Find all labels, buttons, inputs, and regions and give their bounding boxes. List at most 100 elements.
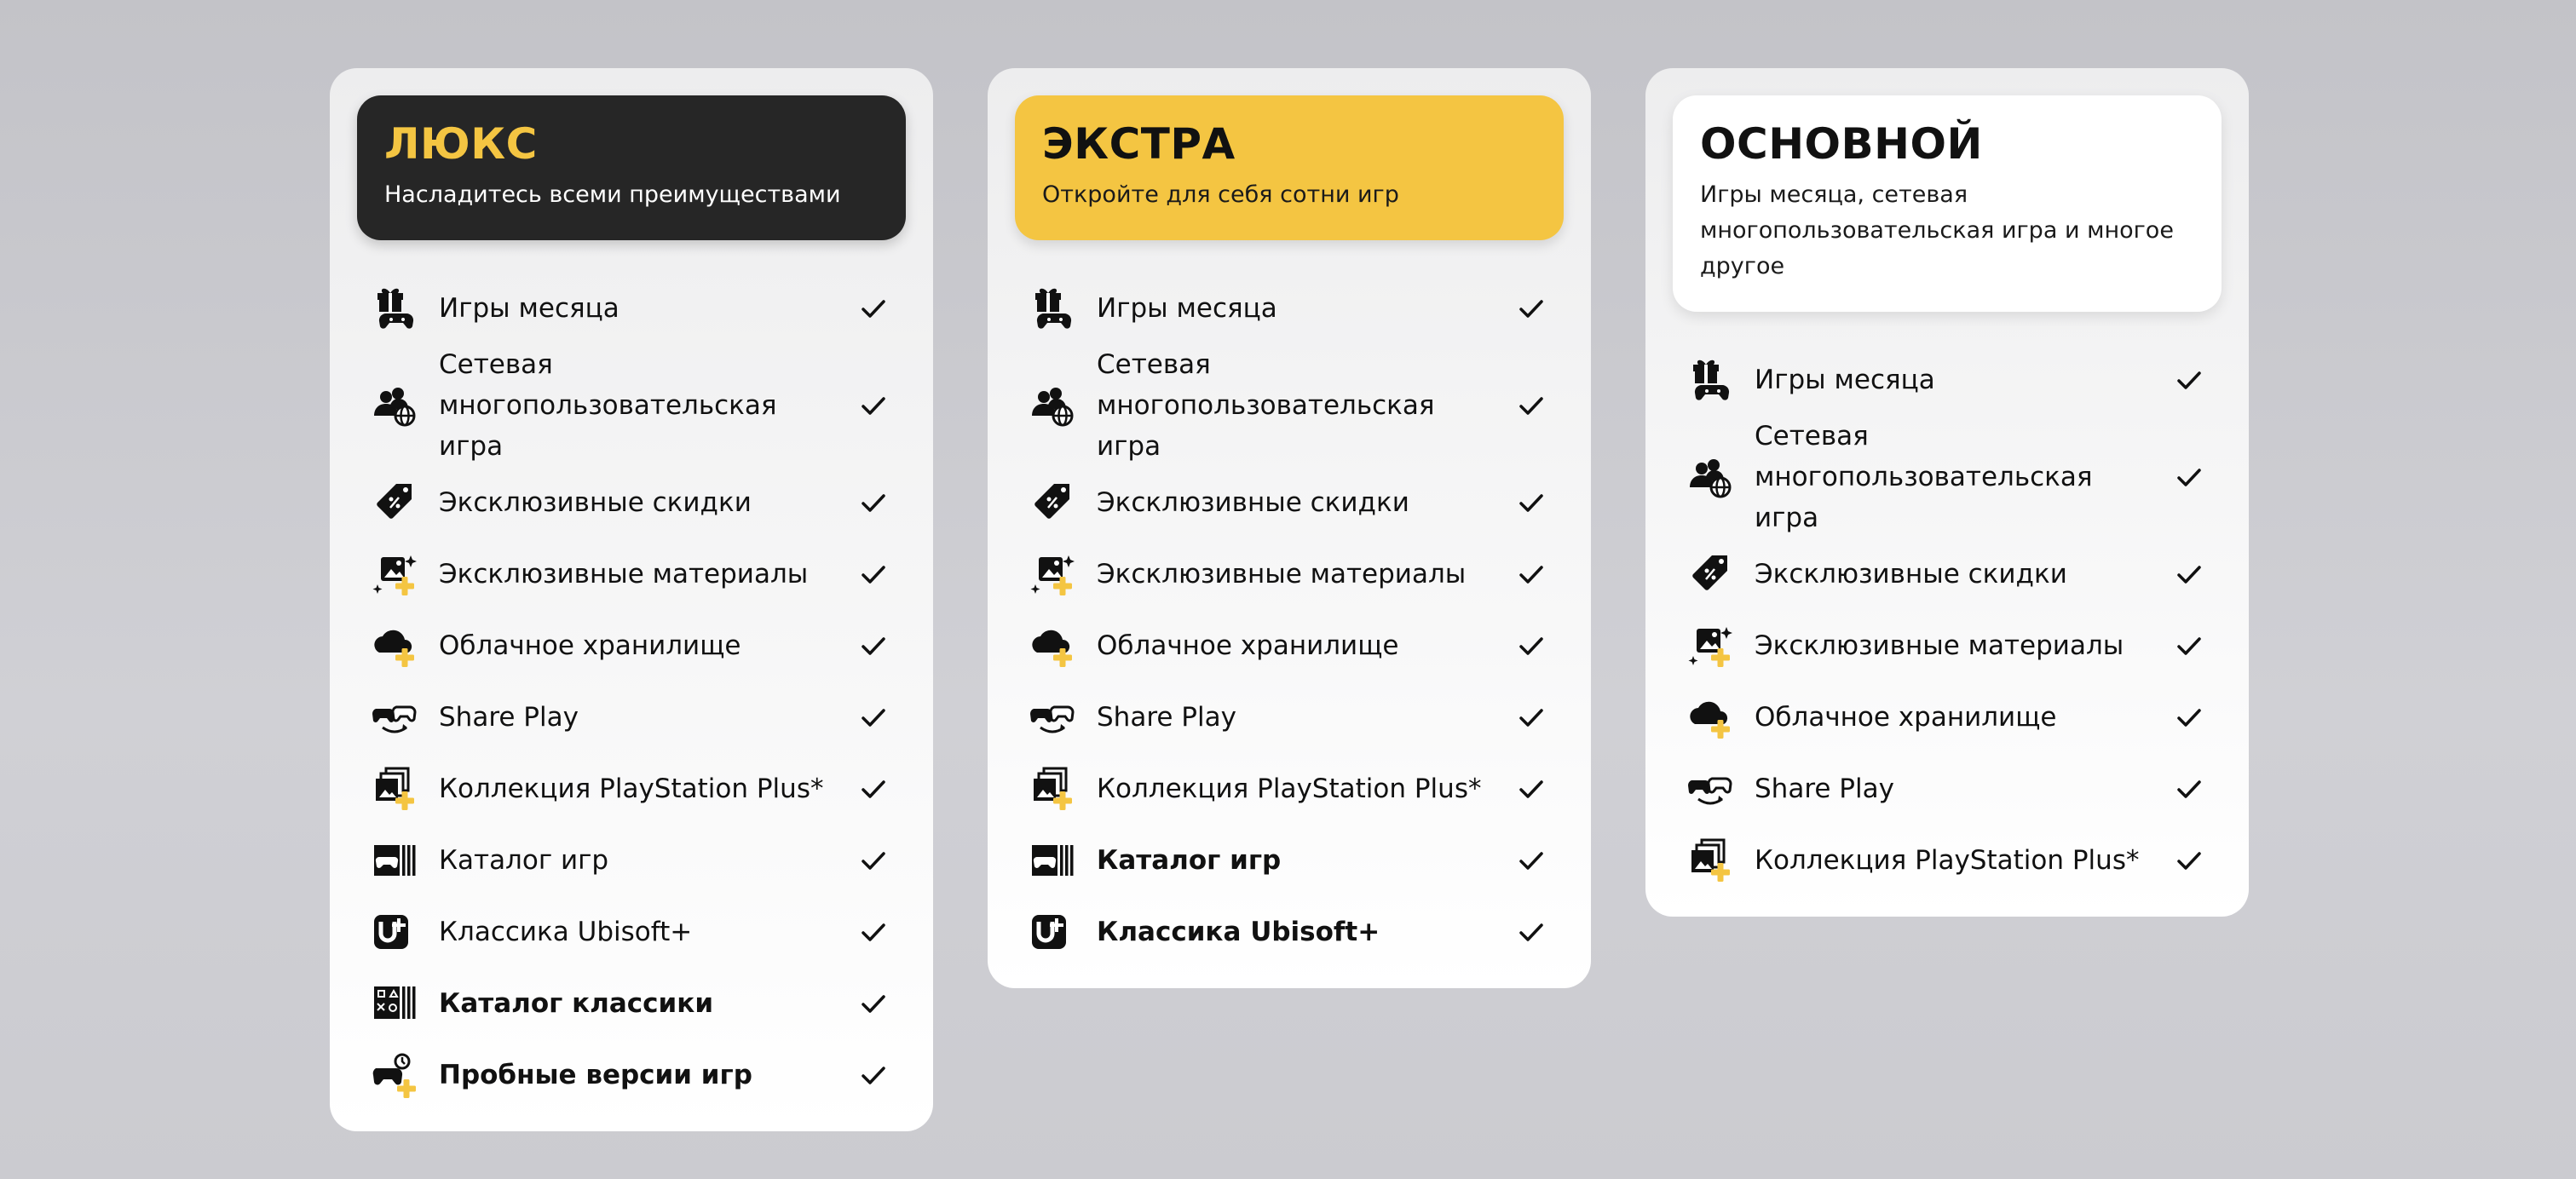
feature-item: Коллекция PlayStation Plus* bbox=[1015, 753, 1564, 825]
feature-item: Игры месяца bbox=[357, 273, 906, 344]
feature-label: Эксклюзивные скидки bbox=[1097, 486, 1409, 518]
feature-label: Каталог игр bbox=[439, 844, 609, 876]
feature-list: Игры месяца Сетевая многопользовательска… bbox=[1015, 273, 1564, 968]
checkmark-icon bbox=[858, 774, 889, 804]
checkmark-icon bbox=[2174, 845, 2204, 876]
checkmark-icon bbox=[858, 559, 889, 590]
feature-label: Share Play bbox=[1755, 773, 1894, 804]
feature-item: Каталог игр bbox=[357, 825, 906, 896]
feature-item: Коллекция PlayStation Plus* bbox=[357, 753, 906, 825]
feature-item: Сетевая многопользовательская игра bbox=[1015, 344, 1564, 467]
checkmark-icon bbox=[1516, 702, 1547, 733]
plan-card-extra[interactable]: ЭКСТРА Откройте для себя сотни игр Игры … bbox=[988, 68, 1591, 988]
multiplayer-globe-icon bbox=[1686, 453, 1734, 501]
checkmark-icon bbox=[2174, 365, 2204, 395]
feature-item: Share Play bbox=[357, 682, 906, 753]
discount-tag-icon bbox=[1686, 550, 1734, 598]
feature-label: Пробные версии игр bbox=[439, 1059, 752, 1090]
feature-label: Эксклюзивные материалы bbox=[1755, 630, 2124, 661]
discount-tag-icon bbox=[371, 479, 418, 526]
feature-label: Игры месяца bbox=[1097, 292, 1277, 324]
feature-label: Эксклюзивные материалы bbox=[439, 558, 809, 590]
feature-item: Эксклюзивные скидки bbox=[1673, 538, 2222, 610]
checkmark-icon bbox=[1516, 293, 1547, 324]
feature-label: Игры месяца bbox=[439, 292, 620, 324]
cloud-storage-icon bbox=[371, 622, 418, 670]
multiplayer-globe-icon bbox=[1029, 382, 1076, 429]
checkmark-icon bbox=[858, 1060, 889, 1090]
feature-item: Сетевая многопользовательская игра bbox=[357, 344, 906, 467]
ps-plus-collection-icon bbox=[371, 765, 418, 813]
plan-tagline: Игры месяца, сетевая многопользовательск… bbox=[1700, 181, 2174, 279]
feature-label: Сетевая многопользовательская игра bbox=[1097, 348, 1435, 462]
feature-item: Каталог игр bbox=[1015, 825, 1564, 896]
ubisoft-plus-icon bbox=[371, 908, 418, 956]
feature-label: Коллекция PlayStation Plus* bbox=[439, 773, 824, 804]
feature-label: Облачное хранилище bbox=[439, 630, 741, 661]
feature-label: Каталог игр bbox=[1097, 844, 1282, 876]
checkmark-icon bbox=[1516, 487, 1547, 518]
feature-label: Игры месяца bbox=[1755, 364, 1935, 395]
checkmark-icon bbox=[858, 487, 889, 518]
feature-item: Сетевая многопользовательская игра bbox=[1673, 416, 2222, 538]
game-catalog-icon bbox=[1029, 837, 1076, 884]
plan-header-deluxe[interactable]: ЛЮКС Насладитесь всеми преимуществами bbox=[357, 95, 906, 240]
feature-label: Классика Ubisoft+ bbox=[439, 916, 693, 947]
feature-label: Эксклюзивные скидки bbox=[439, 486, 752, 518]
ps-plus-collection-icon bbox=[1029, 765, 1076, 813]
feature-label: Каталог классики bbox=[439, 987, 714, 1019]
feature-item: Классика Ubisoft+ bbox=[1015, 896, 1564, 968]
feature-item: Share Play bbox=[1673, 753, 2222, 825]
checkmark-icon bbox=[1516, 390, 1547, 421]
plan-tagline: Откройте для себя сотни игр bbox=[1042, 181, 1399, 208]
feature-label: Сетевая многопользовательская игра bbox=[1755, 420, 2093, 533]
feature-item: Облачное хранилище bbox=[357, 610, 906, 682]
feature-item: Классика Ubisoft+ bbox=[357, 896, 906, 968]
checkmark-icon bbox=[858, 845, 889, 876]
cloud-storage-icon bbox=[1686, 693, 1734, 741]
feature-item: Эксклюзивные скидки bbox=[357, 467, 906, 538]
feature-item: Облачное хранилище bbox=[1015, 610, 1564, 682]
checkmark-icon bbox=[1516, 559, 1547, 590]
plan-header-extra[interactable]: ЭКСТРА Откройте для себя сотни игр bbox=[1015, 95, 1564, 240]
ps-plus-collection-icon bbox=[1686, 837, 1734, 884]
game-catalog-icon bbox=[371, 837, 418, 884]
classics-catalog-icon bbox=[371, 980, 418, 1027]
plan-card-deluxe[interactable]: ЛЮКС Насладитесь всеми преимуществами Иг… bbox=[330, 68, 933, 1131]
feature-item: Коллекция PlayStation Plus* bbox=[1673, 825, 2222, 896]
checkmark-icon bbox=[858, 630, 889, 661]
feature-item: Облачное хранилище bbox=[1673, 682, 2222, 753]
plan-card-essential[interactable]: ОСНОВНОЙ Игры месяца, сетевая многопольз… bbox=[1645, 68, 2249, 917]
feature-label: Эксклюзивные скидки bbox=[1755, 558, 2067, 590]
exclusive-content-icon bbox=[1686, 622, 1734, 670]
checkmark-icon bbox=[858, 293, 889, 324]
ubisoft-plus-icon bbox=[1029, 908, 1076, 956]
feature-label: Облачное хранилище bbox=[1097, 630, 1399, 661]
checkmark-icon bbox=[1516, 845, 1547, 876]
feature-label: Облачное хранилище bbox=[1755, 701, 2057, 733]
checkmark-icon bbox=[2174, 559, 2204, 590]
feature-item: Эксклюзивные скидки bbox=[1015, 467, 1564, 538]
feature-list: Игры месяца Сетевая многопользовательска… bbox=[1673, 344, 2222, 896]
feature-label: Эксклюзивные материалы bbox=[1097, 558, 1467, 590]
feature-item: Игры месяца bbox=[1015, 273, 1564, 344]
checkmark-icon bbox=[1516, 917, 1547, 947]
game-trials-icon bbox=[371, 1051, 418, 1099]
multiplayer-globe-icon bbox=[371, 382, 418, 429]
feature-item: Каталог классики bbox=[357, 968, 906, 1039]
feature-list: Игры месяца Сетевая многопользовательска… bbox=[357, 273, 906, 1111]
share-play-icon bbox=[1029, 693, 1076, 741]
exclusive-content-icon bbox=[371, 550, 418, 598]
checkmark-icon bbox=[858, 988, 889, 1019]
checkmark-icon bbox=[2174, 702, 2204, 733]
checkmark-icon bbox=[858, 702, 889, 733]
feature-label: Сетевая многопользовательская игра bbox=[439, 348, 777, 462]
checkmark-icon bbox=[858, 390, 889, 421]
feature-item: Эксклюзивные материалы bbox=[1673, 610, 2222, 682]
feature-item: Игры месяца bbox=[1673, 344, 2222, 416]
plan-cards: ЛЮКС Насладитесь всеми преимуществами Иг… bbox=[330, 68, 2249, 1131]
exclusive-content-icon bbox=[1029, 550, 1076, 598]
plan-header-essential[interactable]: ОСНОВНОЙ Игры месяца, сетевая многопольз… bbox=[1673, 95, 2222, 312]
share-play-icon bbox=[1686, 765, 1734, 813]
feature-label: Коллекция PlayStation Plus* bbox=[1097, 773, 1482, 804]
